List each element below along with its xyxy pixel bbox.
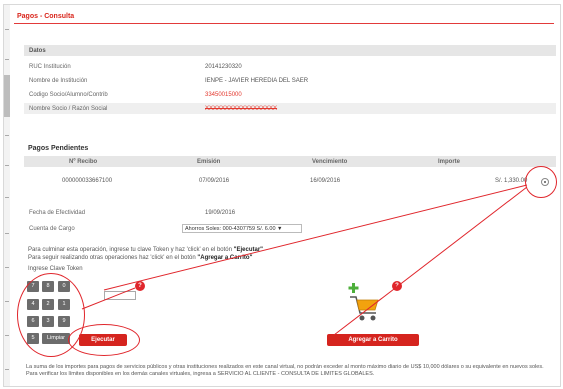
annotation-arrows (81, 184, 528, 336)
main-frame: Pagos - Consulta Datos RUC Institución 2… (3, 4, 561, 387)
annotation-arrow (103, 184, 528, 291)
annotation-arrow (81, 287, 136, 310)
limits-note: La suma de los importes para pagos de se… (26, 364, 544, 377)
